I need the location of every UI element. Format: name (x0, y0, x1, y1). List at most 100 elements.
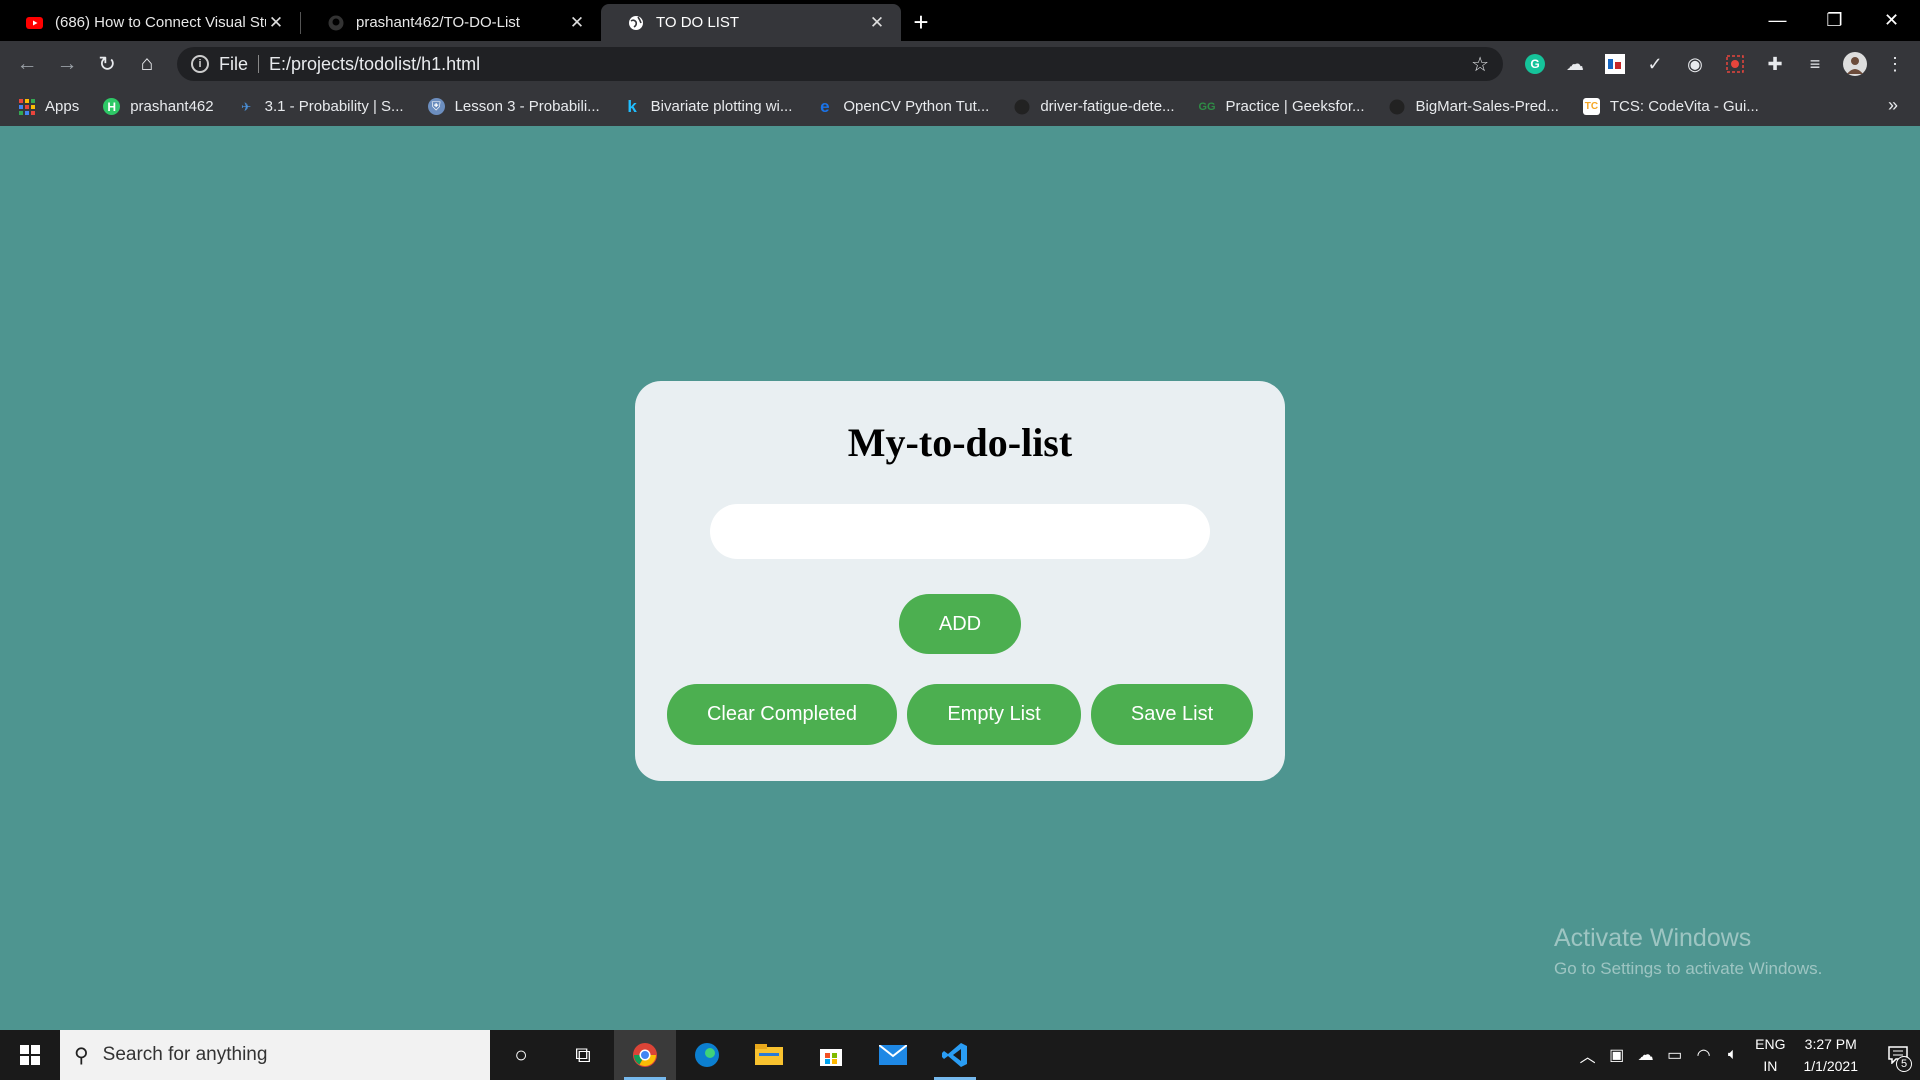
bookmark-label: Apps (45, 98, 80, 115)
back-icon[interactable]: ← (7, 44, 47, 84)
flag-extension-icon[interactable] (1595, 44, 1635, 84)
bookmark-label: 3.1 - Probability | S... (264, 98, 404, 115)
reading-list-icon[interactable]: ≡ (1795, 44, 1835, 84)
taskbar-clock[interactable]: 3:27 PM 1/1/2021 (1804, 1033, 1859, 1077)
browser-tab-strip: (686) How to Connect Visual Studio ✕ pra… (0, 0, 1920, 41)
windows-start-icon[interactable] (0, 1030, 60, 1080)
page-title: My-to-do-list (847, 420, 1073, 465)
bookmark-codevita[interactable]: TC TCS: CodeVita - Gui... (1582, 98, 1759, 115)
bookmark-lesson3[interactable]: ⛨ Lesson 3 - Probabili... (427, 98, 600, 115)
tab-youtube[interactable]: (686) How to Connect Visual Studio ✕ (0, 4, 300, 41)
bird-icon: ✈ (241, 99, 252, 114)
save-list-button[interactable]: Save List (1091, 684, 1253, 745)
bookmark-opencv[interactable]: e OpenCV Python Tut... (816, 97, 990, 116)
chevron-up-icon[interactable]: ︿ (1573, 1043, 1602, 1067)
watermark-subtitle: Go to Settings to activate Windows. (1554, 959, 1823, 978)
bookmark-label: Bivariate plotting wi... (650, 98, 793, 115)
minimize-icon[interactable]: — (1749, 0, 1806, 41)
task-view-icon[interactable]: ⧉ (552, 1030, 614, 1080)
checkmark-extension-icon[interactable]: ✓ (1635, 44, 1675, 84)
vscode-icon[interactable] (924, 1030, 986, 1080)
codevita-icon: TC (1582, 98, 1600, 115)
empty-list-button[interactable]: Empty List (907, 684, 1081, 745)
screen-record-icon[interactable] (1715, 44, 1755, 84)
tab-github[interactable]: prashant462/TO-DO-List ✕ (301, 4, 601, 41)
meet-now-icon[interactable]: ▣ (1602, 1045, 1631, 1065)
address-url[interactable]: E:/projects/todolist/h1.html (269, 54, 1471, 75)
file-explorer-icon[interactable] (738, 1030, 800, 1080)
github-icon (1389, 98, 1406, 115)
bookmark-label: Practice | Geeksfor... (1225, 98, 1365, 115)
bookmark-label: TCS: CodeVita - Gui... (1609, 98, 1759, 115)
bookmark-label: driver-fatigue-dete... (1040, 98, 1175, 115)
onedrive-icon[interactable]: ☁ (1631, 1045, 1660, 1065)
battery-icon[interactable]: ▭ (1660, 1045, 1689, 1065)
wifi-icon[interactable]: ◠ (1689, 1045, 1718, 1065)
address-scheme: File (219, 53, 249, 74)
edge-icon[interactable] (676, 1030, 738, 1080)
activate-windows-watermark: Activate Windows Go to Settings to activ… (1554, 924, 1822, 979)
tab-title: prashant462/TO-DO-List (356, 14, 520, 31)
hackerrank-icon: H (103, 98, 121, 115)
more-bookmarks-icon[interactable]: » (1888, 95, 1898, 116)
bookmark-label: prashant462 (130, 98, 214, 115)
avatar[interactable] (1835, 44, 1875, 84)
bookmark-hackerrank[interactable]: H prashant462 (103, 98, 214, 115)
taskbar-search-box[interactable]: ⚲ Search for anything (60, 1030, 490, 1080)
bookmark-apps[interactable]: Apps (18, 98, 79, 115)
chrome-icon[interactable] (614, 1030, 676, 1080)
address-divider (258, 55, 260, 73)
tab-title: TO DO LIST (656, 14, 740, 31)
tab-todo-list[interactable]: TO DO LIST ✕ (601, 4, 901, 41)
incognito-extension-icon[interactable]: ☁ (1555, 44, 1595, 84)
bookmark-probability[interactable]: ✈ 3.1 - Probability | S... (238, 98, 404, 115)
apps-grid-icon (18, 98, 35, 115)
restore-icon[interactable]: ❐ (1806, 0, 1863, 41)
address-bar[interactable]: i File E:/projects/todolist/h1.html ☆ (177, 47, 1503, 81)
close-tab-icon[interactable]: ✕ (266, 13, 286, 33)
reload-icon[interactable]: ↻ (87, 44, 127, 84)
youtube-icon (26, 14, 43, 31)
bookmark-kaggle[interactable]: k Bivariate plotting wi... (624, 96, 793, 116)
forward-icon[interactable]: → (47, 44, 87, 84)
close-tab-icon[interactable]: ✕ (567, 13, 587, 33)
screen: (686) How to Connect Visual Studio ✕ pra… (0, 0, 1920, 1080)
svg-text:G: G (1530, 57, 1539, 71)
bookmark-star-icon[interactable]: ☆ (1471, 52, 1489, 77)
notification-center-icon[interactable]: 5 (1876, 1030, 1920, 1080)
gfg-icon: GG (1198, 100, 1216, 113)
language-code: ENG (1755, 1036, 1786, 1052)
extensions-area: G ☁ ✓ ◉ ✚ ≡ ⋮ (1515, 44, 1915, 84)
close-window-icon[interactable]: ✕ (1863, 0, 1920, 41)
add-button[interactable]: ADD (899, 594, 1021, 654)
close-tab-icon[interactable]: ✕ (867, 13, 887, 33)
bookmark-bigmart[interactable]: BigMart-Sales-Pred... (1389, 98, 1559, 115)
bookmark-label: OpenCV Python Tut... (843, 98, 990, 115)
store-icon[interactable] (800, 1030, 862, 1080)
github-icon (327, 14, 344, 31)
clear-completed-button[interactable]: Clear Completed (667, 684, 897, 745)
puzzle-icon[interactable]: ✚ (1755, 44, 1795, 84)
info-icon[interactable]: i (191, 55, 209, 73)
language-indicator[interactable]: ENG IN (1755, 1033, 1785, 1077)
circle-extension-icon[interactable]: ◉ (1675, 44, 1715, 84)
notification-count-badge: 5 (1896, 1056, 1912, 1072)
bookmarks-bar: Apps H prashant462 ✈ 3.1 - Probability |… (0, 87, 1920, 126)
system-tray: ︿ ▣ ☁ ▭ ◠ 🔈︎ ENG IN 3:27 PM 1/1/2021 5 (1573, 1030, 1920, 1080)
new-tab-button[interactable]: + (901, 4, 941, 41)
mail-icon[interactable] (862, 1030, 924, 1080)
github-icon (1013, 98, 1030, 115)
bookmark-label: BigMart-Sales-Pred... (1415, 98, 1559, 115)
page-viewport: My-to-do-list ADD Clear Completed Empty … (0, 126, 1920, 1030)
home-icon[interactable]: ⌂ (127, 44, 167, 84)
volume-icon[interactable]: 🔈︎ (1718, 1046, 1747, 1064)
bookmark-geeksforgeeks[interactable]: GG Practice | Geeksfor... (1198, 98, 1365, 115)
bookmark-driver-fatigue[interactable]: driver-fatigue-dete... (1013, 98, 1175, 115)
clock-date: 1/1/2021 (1803, 1058, 1859, 1074)
todo-input[interactable] (710, 504, 1210, 559)
kaggle-icon: k (627, 96, 637, 116)
cortana-icon[interactable]: ○ (490, 1030, 552, 1080)
grammarly-icon[interactable]: G (1515, 44, 1555, 84)
search-placeholder: Search for anything (102, 1044, 268, 1065)
menu-kebab-icon[interactable]: ⋮ (1875, 44, 1915, 84)
